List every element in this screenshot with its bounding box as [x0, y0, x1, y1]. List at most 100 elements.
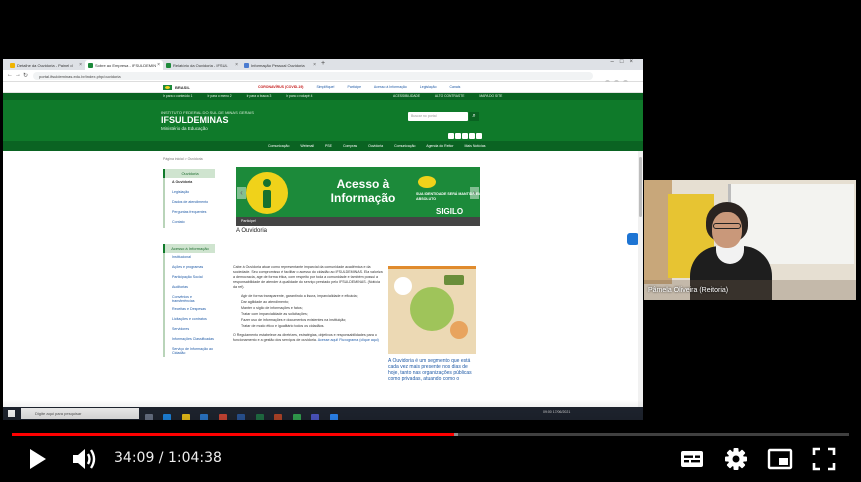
article-body: Cabe à Ouvidoria atuar como representant…	[233, 265, 383, 347]
gov-link[interactable]: Canais	[450, 85, 461, 89]
breadcrumb[interactable]: Página inicial > Ouvidoria	[163, 157, 203, 161]
fullscreen-button[interactable]	[811, 446, 837, 472]
tab-close-icon[interactable]: ×	[235, 62, 238, 68]
miniplayer-button[interactable]	[766, 446, 794, 472]
fluxograma-link[interactable]: Acesse aqui! Fluxograma (clique aqui)	[318, 338, 379, 342]
subtitles-button[interactable]	[678, 446, 706, 472]
current-time: 34:09	[114, 450, 155, 466]
play-button[interactable]	[24, 446, 50, 472]
gov-link[interactable]: Participe	[348, 85, 362, 89]
sidebar-item[interactable]: Informações Classificadas	[163, 335, 215, 345]
menu-item[interactable]: Agenda do Reitor	[426, 144, 453, 148]
sidebar-item[interactable]: Ações e programas	[163, 263, 215, 273]
info-banner[interactable]: Acesso à Informação SUA IDENTIDADE SERÁ …	[236, 167, 480, 217]
sidebar-item[interactable]: Perguntas frequentes	[163, 208, 215, 218]
url-input[interactable]: portal.ifsuldeminas.edu.br/index.php/ouv…	[33, 72, 593, 80]
site-header: Ir para o conteúdo 1 Ir para o menu 2 Ir…	[3, 93, 643, 151]
list-item: Fazer uso de informações e documentos ex…	[241, 318, 347, 322]
browser-tab[interactable]: Informação Pessoal Ouvidoria ×	[241, 60, 319, 70]
back-icon[interactable]: ←	[7, 72, 13, 78]
time-separator: /	[154, 450, 168, 466]
browser-tab[interactable]: Relatório da Ouvidoria - IFSUL ×	[163, 60, 241, 70]
settings-button[interactable]	[723, 446, 749, 472]
volume-button[interactable]	[70, 446, 98, 472]
banner-caption: Participe!	[236, 217, 480, 226]
tab-close-icon[interactable]: ×	[157, 62, 160, 68]
institution-logo-text[interactable]: IFSULDEMINAS	[161, 115, 229, 125]
paragraph: Cabe à Ouvidoria atuar como representant…	[233, 265, 383, 289]
time-display: 34:09 / 1:04:38	[114, 450, 222, 466]
gov-bar: BRASIL CORONAVÍRUS (COVID-19) Simplifiqu…	[3, 82, 643, 93]
gov-link[interactable]: Legislação	[420, 85, 437, 89]
sidebar-item[interactable]: Institucional	[163, 253, 215, 263]
accessibility-link[interactable]: Ir para o rodapé 4	[286, 94, 312, 98]
progress-played	[12, 433, 454, 436]
speech-bubble-icon	[418, 176, 436, 188]
main-menu: Comunicação Webmail PSE Compras Ouvidori…	[3, 141, 643, 151]
window-controls[interactable]: –□×	[611, 59, 639, 65]
sidebar-item[interactable]: Receitas e Despesas	[163, 305, 215, 315]
menu-item[interactable]: Comunicação	[268, 144, 289, 148]
instagram-icon[interactable]	[462, 133, 468, 139]
ministry-label: Ministério da Educação	[161, 126, 208, 131]
browser-tab-active[interactable]: Sobre ao Empresa - IFSULDEMIN ×	[85, 60, 163, 70]
ouvidoria-illustration	[388, 266, 476, 354]
carousel-prev-icon[interactable]: ‹	[237, 187, 246, 199]
new-tab-icon[interactable]: +	[321, 60, 325, 67]
banner-sigilo: SIGILO	[436, 207, 464, 216]
sidebar-item[interactable]: Legislação	[163, 188, 215, 198]
tab-label: Sobre ao Empresa - IFSULDEMIN	[95, 63, 157, 68]
sidebar-item[interactable]: Convênios e transferências	[163, 293, 215, 305]
carousel-next-icon[interactable]: ›	[470, 187, 479, 199]
sidebar-item[interactable]: Auditorias	[163, 283, 215, 293]
sidebar-item[interactable]: Serviço de Informação ao Cidadão	[163, 345, 215, 357]
site-search-input[interactable]: Buscar no portal	[408, 112, 468, 121]
menu-item[interactable]: Ouvidoria	[368, 144, 383, 148]
sidebar-item[interactable]: Licitações e contratos	[163, 315, 215, 325]
forward-icon[interactable]: →	[15, 72, 21, 78]
sidebar-item[interactable]: Participação Social	[163, 273, 215, 283]
flickr-icon[interactable]	[455, 133, 461, 139]
twitter-icon[interactable]	[476, 133, 482, 139]
fullscreen-icon	[812, 447, 836, 471]
reload-icon[interactable]: ↻	[23, 72, 28, 79]
shared-screen: Detalhe da Ouvidoria - Painel d × Sobre …	[3, 59, 643, 420]
accessibility-link[interactable]: Ir para o menu 2	[207, 94, 231, 98]
tab-favicon-icon	[166, 63, 171, 68]
accessibility-link[interactable]: ACESSIBILIDADE	[393, 94, 420, 98]
participant-name: Pâmela Oliveira (Reitoria)	[648, 287, 729, 294]
menu-item[interactable]: PSE	[325, 144, 332, 148]
progress-bar[interactable]	[12, 433, 849, 436]
facebook-icon[interactable]	[448, 133, 454, 139]
gov-link[interactable]: CORONAVÍRUS (COVID-19)	[258, 85, 303, 89]
gov-link[interactable]: Acesso à Informação	[374, 85, 407, 89]
bullet-list: Agir de forma transparente, garantindo a…	[241, 294, 383, 329]
scrollbar-thumb[interactable]	[639, 157, 642, 217]
gov-link[interactable]: Simplifique!	[316, 85, 334, 89]
sidebar-item[interactable]: A Ouvidoria	[163, 178, 215, 188]
video-player[interactable]: Detalhe da Ouvidoria - Painel d × Sobre …	[0, 0, 861, 482]
sidebar-item[interactable]: Dados de atendimento	[163, 198, 215, 208]
accessibility-link[interactable]: Ir para o conteúdo 1	[163, 94, 193, 98]
tab-favicon-icon	[88, 63, 93, 68]
sitemap-link[interactable]: MAPA DO SITE	[479, 94, 502, 98]
play-icon	[30, 449, 46, 469]
accessibility-link[interactable]: Ir para a busca 3	[247, 94, 272, 98]
volume-icon	[73, 449, 96, 469]
tab-close-icon[interactable]: ×	[313, 62, 316, 68]
menu-item[interactable]: Webmail	[300, 144, 314, 148]
menu-item[interactable]: Comunicação	[394, 144, 415, 148]
sidebar-item[interactable]: Servidores	[163, 325, 215, 335]
search-icon[interactable]: ⌕	[469, 112, 479, 121]
menu-item[interactable]: Compras	[343, 144, 357, 148]
browser-extension-icons[interactable]	[601, 72, 637, 85]
sidebar-item[interactable]: Contato	[163, 218, 215, 228]
list-item: Tratar de modo ético e igualitário todos…	[241, 324, 325, 328]
tab-close-icon[interactable]: ×	[79, 62, 82, 68]
high-contrast-link[interactable]: ALTO CONTRASTE	[435, 94, 465, 98]
accessibility-bar: Ir para o conteúdo 1 Ir para o menu 2 Ir…	[3, 93, 643, 100]
browser-tab[interactable]: Detalhe da Ouvidoria - Painel d ×	[7, 60, 85, 70]
menu-item[interactable]: Mais Notícias	[465, 144, 486, 148]
youtube-icon[interactable]	[469, 133, 475, 139]
gear-icon	[725, 448, 747, 470]
